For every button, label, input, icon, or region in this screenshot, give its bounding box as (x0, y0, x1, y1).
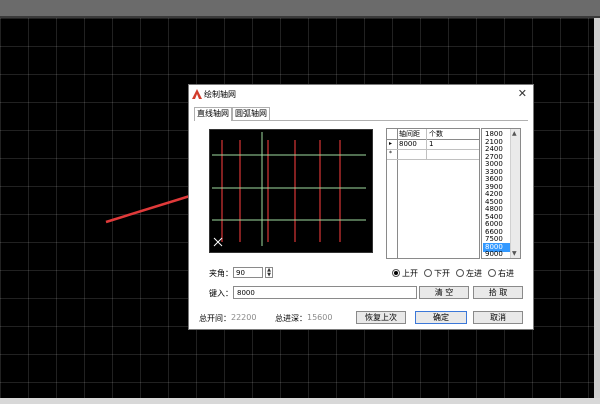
spacing-preset-list[interactable]: 1800 2100 2400 2700 3000 3300 3600 3900 … (481, 128, 521, 259)
radio-label: 下开 (434, 269, 450, 278)
angle-input[interactable]: 90 (233, 267, 263, 278)
row-marker: ▸ (389, 140, 393, 147)
radio-button[interactable] (424, 269, 432, 277)
stepper-down-icon[interactable]: ▼ (266, 273, 272, 278)
restore-last-button[interactable]: 恢复上次 (356, 311, 406, 324)
radio-button[interactable] (456, 269, 464, 277)
radio-button[interactable] (392, 269, 400, 277)
total-open-label: 总开间： (199, 314, 231, 323)
total-depth-value: 15600 (307, 313, 333, 322)
input-label: 键入： (209, 289, 233, 298)
app-logo-icon (192, 89, 202, 99)
window-bottom-edge (0, 398, 600, 404)
ok-button[interactable]: 确定 (415, 311, 467, 324)
tab-straight-grid[interactable]: 直线轴网 (194, 107, 232, 121)
angle-label: 夹角： (209, 269, 233, 278)
window-top-bar (0, 0, 600, 16)
list-item[interactable]: 9000 (483, 250, 510, 258)
cell-count[interactable]: 1 (427, 139, 477, 149)
preview-horizontal-axes (212, 132, 366, 246)
angle-stepper[interactable]: ▲ ▼ (265, 267, 273, 278)
cell-count[interactable] (427, 149, 477, 159)
column-header-spacing: 轴间距 (399, 130, 420, 138)
pick-button[interactable]: 拾 取 (473, 286, 523, 299)
window-right-edge (594, 18, 600, 404)
cell-spacing[interactable]: 8000 (397, 139, 427, 149)
axis-spacing-table[interactable]: 轴间距 个数 ▸ 8000 1 * (386, 128, 480, 259)
scroll-up-icon[interactable]: ▲ (512, 130, 517, 137)
spacing-entry-input[interactable]: 8000 (233, 286, 417, 299)
radio-label: 右进 (498, 269, 514, 278)
column-header-count: 个数 (429, 130, 443, 138)
cancel-button[interactable]: 取消 (473, 311, 523, 324)
draw-axis-grid-dialog: 绘制轴网 ✕ 直线轴网 圆弧轴网 轴间距 个数 ▸ 8000 1 * 1800 … (188, 84, 534, 330)
row-marker: * (389, 150, 392, 157)
tab-arc-grid[interactable]: 圆弧轴网 (232, 107, 270, 120)
grid-preview (209, 129, 373, 253)
radio-button[interactable] (488, 269, 496, 277)
total-open-value: 22200 (231, 313, 257, 322)
preview-origin-marker (213, 237, 223, 247)
total-depth-label: 总进深： (275, 314, 307, 323)
dialog-title: 绘制轴网 (204, 90, 236, 99)
scroll-down-icon[interactable]: ▼ (512, 250, 517, 257)
table-row[interactable]: * (387, 149, 479, 160)
cell-spacing[interactable] (397, 149, 427, 159)
list-scrollbar[interactable]: ▲ ▼ (510, 129, 520, 258)
radio-label: 左进 (466, 269, 482, 278)
radio-label: 上开 (402, 269, 418, 278)
clear-button[interactable]: 清 空 (419, 286, 469, 299)
dialog-titlebar: 绘制轴网 ✕ (189, 85, 533, 103)
tab-panel-border (194, 120, 528, 121)
close-icon[interactable]: ✕ (518, 87, 527, 100)
